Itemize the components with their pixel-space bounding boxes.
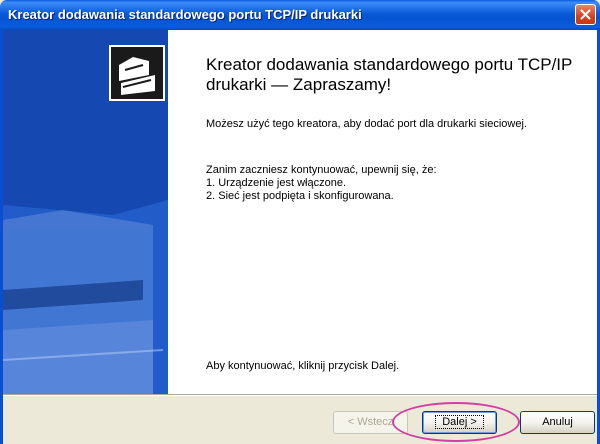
page-title: Kreator dodawania standardowego portu TC… [206,55,573,94]
highlight-annotation [392,402,520,442]
footer-divider [3,394,597,396]
printer-illustration [3,30,168,394]
title-bar[interactable]: Kreator dodawania standardowego portu TC… [0,0,600,30]
checklist-item: 2. Sieć jest podpięta i skonfigurowana. [206,190,394,202]
checklist-item: 1. Urządzenie jest włączone. [206,177,347,189]
close-button[interactable] [575,4,596,25]
wizard-content: Kreator dodawania standardowego portu TC… [168,30,597,394]
cancel-button[interactable]: Anuluj [520,411,595,434]
continue-hint: Aby kontynuować, kliknij przycisk Dalej. [206,360,400,372]
wizard-banner [3,30,168,394]
window-title: Kreator dodawania standardowego portu TC… [8,7,362,22]
close-icon [580,9,591,20]
checklist: Zanim zaczniesz kontynuować, upewnij się… [206,164,536,203]
intro-text: Możesz użyć tego kreatora, aby dodać por… [206,118,527,130]
printer-icon [109,45,165,101]
checklist-intro: Zanim zaczniesz kontynuować, upewnij się… [206,164,437,176]
